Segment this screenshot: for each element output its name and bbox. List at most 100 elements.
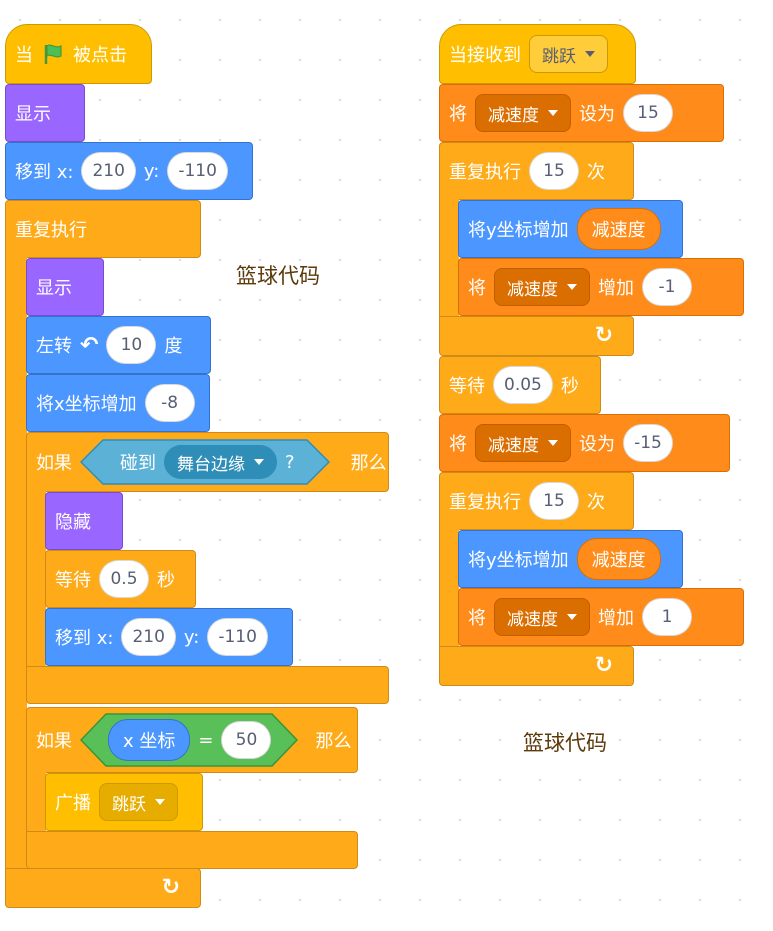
wait-block-right[interactable]: 等待 0.05 秒 [439, 356, 601, 414]
loop-arrow-icon: ↻ [594, 323, 613, 348]
repeat-arm-1 [439, 199, 459, 317]
goto-label-2: 移到 x: [55, 628, 114, 649]
change-y-block-2[interactable]: 将y坐标增加 减速度 [458, 530, 683, 588]
variable-dropdown-2[interactable]: 减速度 [494, 268, 590, 306]
hide-block[interactable]: 隐藏 [45, 492, 123, 550]
set-value-input[interactable]: 15 [623, 94, 673, 132]
variable-reporter[interactable]: 减速度 [576, 208, 661, 250]
x-input[interactable]: 210 [81, 152, 136, 190]
dropdown-caret-icon [585, 51, 595, 57]
forever-block[interactable]: 重复执行 [5, 200, 201, 258]
repeat-block-2[interactable]: 重复执行 15 次 [439, 472, 634, 530]
when-label: 当 [15, 45, 33, 66]
if-label-2: 如果 [36, 731, 72, 752]
change-var-block[interactable]: 将 减速度 增加 -1 [458, 258, 744, 316]
if-bottom-2 [26, 831, 358, 869]
dropdown-caret-icon [155, 799, 165, 805]
set-to-label-2: 设为 [579, 434, 615, 455]
y-label: y: [143, 160, 160, 182]
change-by-label: 增加 [598, 278, 634, 299]
x-input-2[interactable]: 210 [121, 618, 176, 656]
degrees-input[interactable]: 10 [106, 326, 157, 364]
goto-xy-block[interactable]: 移到 x: 210 y: -110 [5, 142, 253, 200]
show-label: 显示 [15, 104, 51, 125]
repeat-bottom-1: ↻ [439, 316, 634, 356]
touching-target-dropdown[interactable]: 舞台边缘 [164, 445, 277, 479]
change-label-2: 将 [468, 608, 486, 629]
change-var-block-2[interactable]: 将 减速度 增加 1 [458, 588, 744, 646]
times-label-2: 次 [587, 492, 605, 513]
repeat-arm-2 [439, 529, 459, 647]
forever-bottom: ↻ [5, 868, 201, 908]
broadcast-block[interactable]: 广播 跳跃 [45, 773, 203, 831]
y-input-2[interactable]: -110 [207, 618, 268, 656]
receive-message-dropdown[interactable]: 跳跃 [529, 35, 608, 73]
equals-operator: = [198, 729, 214, 751]
change-x-input[interactable]: -8 [144, 384, 195, 422]
set-value-input-2[interactable]: -15 [623, 424, 673, 462]
dropdown-caret-icon [254, 459, 264, 465]
variable-dropdown-3[interactable]: 减速度 [475, 424, 571, 462]
repeat-count-input[interactable]: 15 [529, 152, 579, 190]
change-y-label-2: 将y坐标增加 [468, 550, 569, 571]
set-to-label: 设为 [579, 104, 615, 125]
show-block[interactable]: 显示 [5, 84, 85, 142]
when-receive-label: 当接收到 [449, 45, 521, 66]
set-var-block[interactable]: 将 减速度 设为 15 [439, 84, 724, 142]
repeat-bottom-2: ↻ [439, 646, 634, 686]
goto-xy-block-2[interactable]: 移到 x: 210 y: -110 [45, 608, 293, 666]
variable-reporter-2[interactable]: 减速度 [576, 538, 661, 580]
loop-arrow-icon: ↻ [161, 875, 180, 900]
when-receive-block[interactable]: 当接收到 跳跃 [439, 24, 636, 84]
show-label-2: 显示 [36, 278, 72, 299]
y-input[interactable]: -110 [167, 152, 228, 190]
wait-block[interactable]: 等待 0.5 秒 [45, 550, 196, 608]
hide-label: 隐藏 [55, 512, 91, 533]
change-y-block[interactable]: 将y坐标增加 减速度 [458, 200, 683, 258]
if-touching-block[interactable]: 如果 碰到 舞台边缘 ? 那么 [26, 432, 389, 492]
question-mark: ? [285, 451, 295, 473]
if-arm-1 [26, 491, 46, 667]
dropdown-caret-icon [567, 614, 577, 620]
change-value-input-2[interactable]: 1 [642, 598, 692, 636]
variable-dropdown[interactable]: 减速度 [475, 94, 571, 132]
goto-label: 移到 x: [15, 162, 74, 183]
change-label: 将 [468, 278, 486, 299]
wait-input-right[interactable]: 0.05 [493, 366, 553, 404]
variable-dropdown-4[interactable]: 减速度 [494, 598, 590, 636]
repeat-label: 重复执行 [449, 162, 521, 183]
wait-unit-right: 秒 [560, 376, 579, 397]
if-bottom-1 [26, 666, 389, 704]
change-x-label: 将x坐标增加 [36, 394, 137, 415]
wait-label: 等待 [55, 570, 91, 591]
dropdown-caret-icon [567, 284, 577, 290]
repeat-block[interactable]: 重复执行 15 次 [439, 142, 634, 200]
if-arm-2 [26, 772, 46, 832]
if-x-equals-block[interactable]: 如果 x 坐标 = 50 那么 [26, 707, 358, 773]
turn-left-block[interactable]: 左转 ↶ 10 度 [26, 316, 211, 374]
x-position-reporter[interactable]: x 坐标 [108, 719, 191, 761]
broadcast-message-dropdown[interactable]: 跳跃 [99, 783, 178, 821]
wait-input[interactable]: 0.5 [99, 560, 149, 598]
dropdown-caret-icon [548, 440, 558, 446]
when-flag-clicked-block[interactable]: 当 被点击 [5, 24, 152, 84]
change-value-input[interactable]: -1 [642, 268, 692, 306]
change-by-label-2: 增加 [598, 608, 634, 629]
compare-value-input[interactable]: 50 [221, 721, 272, 759]
degrees-unit: 度 [164, 336, 183, 357]
change-y-label: 将y坐标增加 [468, 220, 569, 241]
change-x-block[interactable]: 将x坐标增加 -8 [26, 374, 210, 432]
show-block-2[interactable]: 显示 [26, 258, 104, 316]
wait-label-right: 等待 [449, 376, 485, 397]
then-label-2: 那么 [315, 731, 352, 752]
set-var-block-2[interactable]: 将 减速度 设为 -15 [439, 414, 730, 472]
repeat-count-input-2[interactable]: 15 [529, 482, 579, 520]
touching-condition[interactable]: 碰到 舞台边缘 ? [80, 439, 343, 485]
rotate-left-icon: ↶ [80, 332, 99, 358]
wait-unit: 秒 [157, 570, 175, 591]
comment-right: 篮球代码 [523, 731, 607, 755]
equals-condition[interactable]: x 坐标 = 50 [80, 713, 307, 767]
clicked-label: 被点击 [73, 45, 127, 66]
set-label-2: 将 [449, 434, 467, 455]
turn-label: 左转 [36, 336, 72, 357]
